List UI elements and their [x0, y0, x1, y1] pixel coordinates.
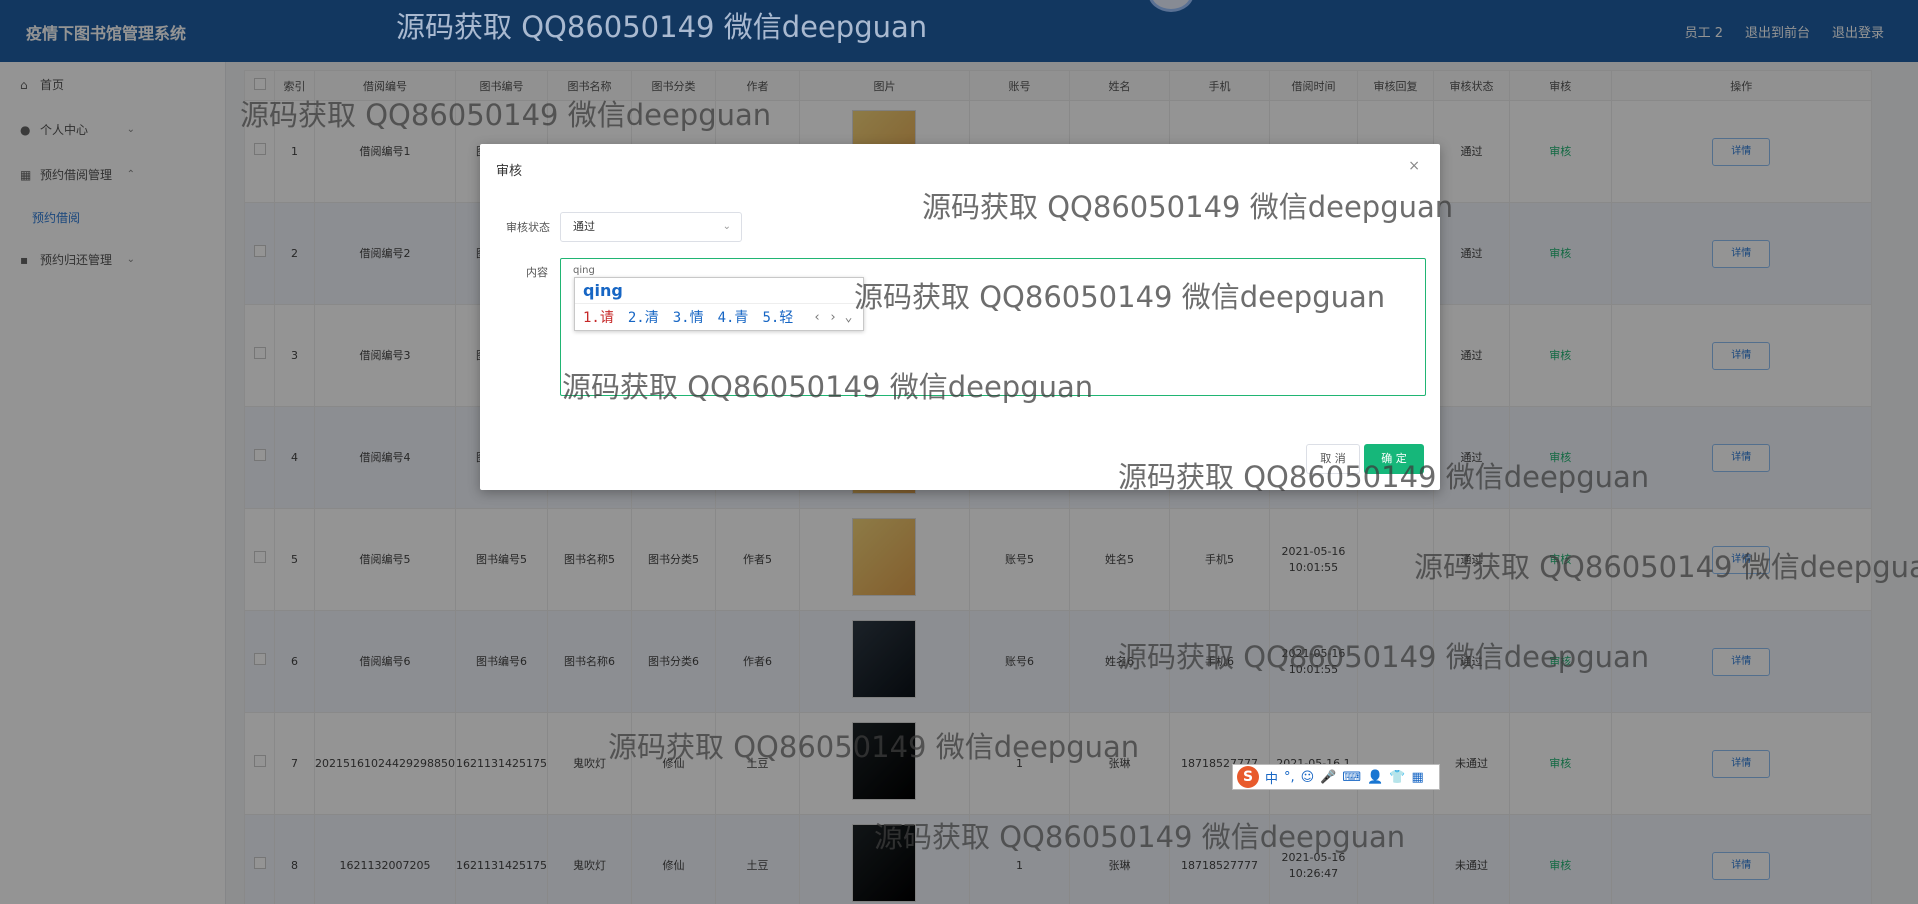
punct-icon[interactable]: °,	[1284, 770, 1295, 785]
ime-candidate[interactable]: 1.请	[583, 307, 614, 327]
sogou-logo-icon[interactable]: S	[1237, 766, 1259, 788]
ime-candidate[interactable]: 3.情	[673, 307, 704, 327]
ime-candidate-popup: qing 1.请 2.清 3.情 4.青 5.轻 ‹ › ⌄	[574, 277, 864, 331]
status-label: 审核状态	[506, 221, 550, 234]
close-icon[interactable]: ×	[1408, 158, 1420, 174]
dialog-title: 审核	[496, 164, 523, 179]
ime-candidate[interactable]: 4.青	[718, 307, 749, 327]
emoji-icon[interactable]: ☺	[1301, 770, 1315, 785]
mic-icon[interactable]: 🎤	[1320, 770, 1336, 785]
confirm-button[interactable]: 确 定	[1364, 444, 1424, 474]
ime-candidates: 1.请 2.清 3.情 4.青 5.轻 ‹ › ⌄	[575, 304, 863, 330]
status-select-value: 通过	[573, 220, 595, 233]
cancel-button[interactable]: 取 消	[1306, 444, 1360, 474]
ime-toolbar: S 中 °, ☺ 🎤 ⌨ 👤 👕 ▦	[1232, 764, 1440, 790]
ime-candidate[interactable]: 5.轻	[762, 307, 793, 327]
content-label: 内容	[526, 266, 548, 279]
ime-composition: qing	[575, 278, 863, 304]
user-icon[interactable]: 👤	[1367, 770, 1383, 785]
ime-page-nav-icon[interactable]: ‹ › ⌄	[813, 310, 852, 325]
keyboard-icon[interactable]: ⌨	[1342, 770, 1361, 785]
chevron-down-icon: ⌄	[722, 221, 731, 232]
status-select[interactable]: 通过 ⌄	[560, 212, 742, 242]
skin-icon[interactable]: 👕	[1389, 770, 1405, 785]
content-text: qing	[573, 265, 595, 276]
lang-toggle-icon[interactable]: 中	[1265, 768, 1278, 787]
grid-icon[interactable]: ▦	[1412, 770, 1424, 785]
ime-candidate[interactable]: 2.清	[628, 307, 659, 327]
